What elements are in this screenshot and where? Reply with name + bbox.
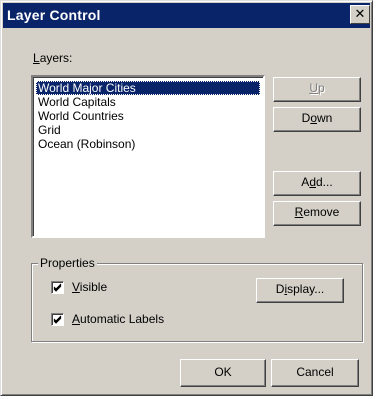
- visible-label[interactable]: Visible: [72, 280, 107, 294]
- visible-checkbox[interactable]: [51, 281, 64, 294]
- remove-button[interactable]: Remove: [273, 201, 361, 226]
- checkmark-icon: [53, 283, 62, 292]
- dialog-title: Layer Control: [7, 7, 101, 23]
- checkmark-icon: [53, 315, 62, 324]
- title-bar[interactable]: Layer Control ✕: [3, 3, 370, 28]
- automatic-labels-checkbox[interactable]: [51, 313, 64, 326]
- layer-item-world-major-cities[interactable]: World Major Cities: [36, 81, 260, 95]
- ok-button[interactable]: OK: [180, 359, 266, 387]
- layer-item-world-capitals[interactable]: World Capitals: [36, 95, 118, 109]
- close-icon: ✕: [354, 6, 366, 21]
- close-button[interactable]: ✕: [350, 5, 370, 24]
- up-button[interactable]: Up: [273, 77, 361, 102]
- layers-listbox[interactable]: World Major Cities World Capitals World …: [31, 75, 265, 238]
- add-button[interactable]: Add...: [273, 171, 361, 196]
- automatic-labels-label[interactable]: Automatic Labels: [72, 312, 164, 326]
- layer-item-world-countries[interactable]: World Countries: [36, 109, 126, 123]
- layer-item-ocean-robinson[interactable]: Ocean (Robinson): [36, 137, 137, 151]
- properties-title: Properties: [38, 256, 97, 270]
- layers-label: Layers:: [33, 51, 73, 65]
- display-button[interactable]: Display...: [256, 278, 344, 303]
- cancel-button[interactable]: Cancel: [271, 359, 359, 387]
- down-button[interactable]: Down: [273, 107, 361, 132]
- layer-item-grid[interactable]: Grid: [36, 123, 63, 137]
